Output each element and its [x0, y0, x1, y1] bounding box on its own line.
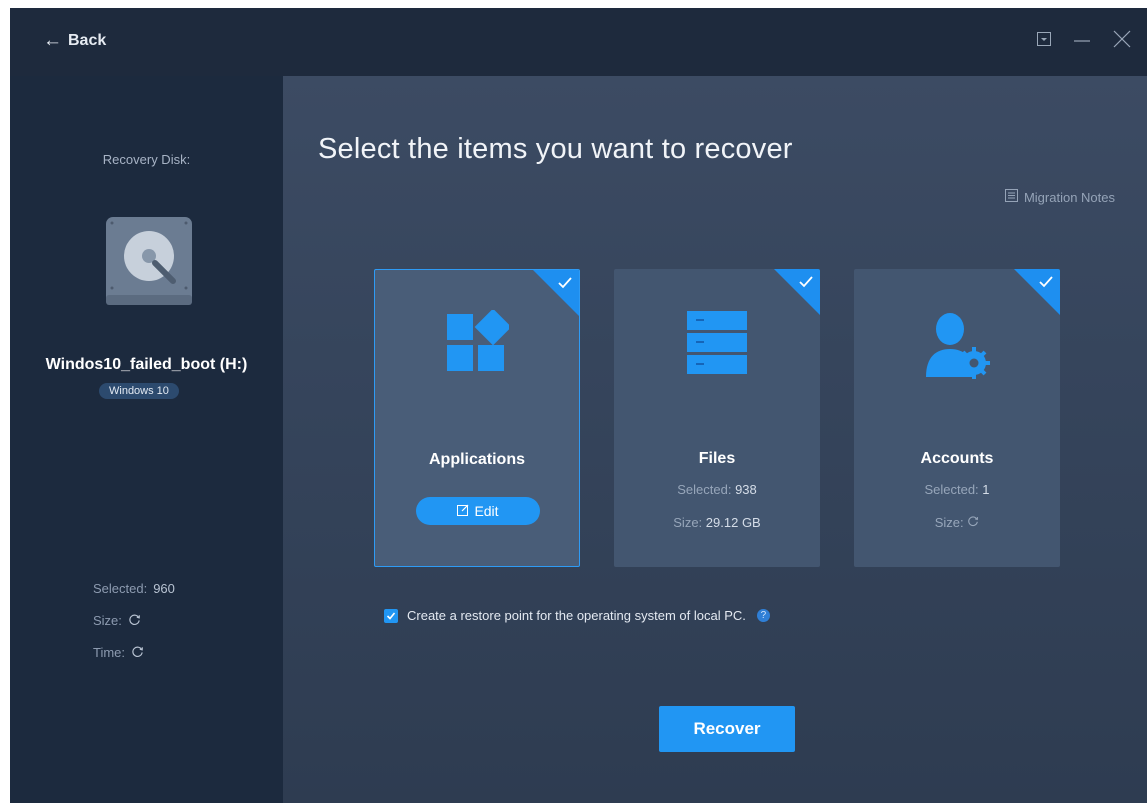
disk-name: Windos10_failed_boot (H:)	[45, 356, 248, 373]
edit-icon	[457, 503, 469, 519]
accounts-card[interactable]: Accounts Selected: 1 Size:	[854, 269, 1060, 567]
files-selected: Selected: 938	[614, 482, 820, 497]
restore-point-option: Create a restore point for the operating…	[384, 608, 770, 623]
migration-notes-link[interactable]: Migration Notes	[1004, 189, 1115, 205]
help-icon[interactable]: ?	[756, 609, 770, 622]
app-window: ← Back Recovery Disk: Windos10_failed_bo…	[10, 8, 1147, 803]
size-label: Size:	[934, 515, 964, 530]
size-label: Size:	[93, 613, 122, 628]
accounts-selected: Selected: 1	[854, 482, 1060, 497]
sidebar: Recovery Disk: Windos10_failed_boot (H:)…	[10, 76, 283, 803]
refresh-icon	[967, 515, 979, 530]
files-card[interactable]: Files Selected: 938 Size: 29.12 GB	[614, 269, 820, 567]
edit-label: Edit	[474, 503, 499, 519]
card-title: Accounts	[920, 450, 994, 467]
accounts-icon	[854, 309, 1060, 379]
migration-notes-label: Migration Notes	[1023, 189, 1115, 205]
back-label: Back	[68, 32, 107, 49]
selected-value: 938	[735, 482, 757, 497]
size-label: Size:	[673, 515, 703, 530]
minimize-icon[interactable]	[1073, 32, 1091, 46]
recovery-disk-label: Recovery Disk:	[102, 152, 191, 167]
window-controls	[1037, 30, 1131, 48]
restore-point-checkbox[interactable]	[384, 608, 398, 623]
selected-label: Selected:	[93, 581, 148, 596]
card-title: Applications	[428, 451, 525, 468]
check-icon	[557, 275, 573, 296]
notes-icon	[1004, 189, 1018, 205]
size-value: 29.12 GB	[705, 515, 761, 530]
accounts-size: Size:	[854, 515, 1060, 530]
recover-button[interactable]: Recover	[659, 706, 795, 752]
hard-disk-icon	[103, 215, 195, 312]
sidebar-stats: Selected: 960 Size: Time:	[93, 581, 175, 677]
check-icon	[1038, 274, 1054, 295]
refresh-icon	[128, 613, 141, 629]
back-arrow-icon: ←	[43, 30, 62, 51]
applications-icon	[375, 310, 579, 374]
selected-value: 960	[153, 581, 175, 596]
close-icon[interactable]	[1113, 30, 1131, 48]
page-title: Select the items you want to recover	[318, 133, 793, 165]
card-title: Files	[698, 450, 736, 467]
selected-label: Selected:	[924, 482, 979, 497]
files-size: Size: 29.12 GB	[614, 515, 820, 530]
applications-card[interactable]: Applications Edit	[374, 269, 580, 567]
selected-label: Selected:	[677, 482, 732, 497]
dropdown-icon[interactable]	[1037, 32, 1051, 46]
selected-value: 1	[982, 482, 990, 497]
edit-button[interactable]: Edit	[416, 497, 540, 525]
title-bar: ← Back	[10, 8, 1147, 76]
restore-point-label: Create a restore point for the operating…	[407, 608, 746, 623]
files-icon	[614, 309, 820, 375]
back-button[interactable]: ← Back	[43, 30, 107, 51]
time-label: Time:	[93, 645, 126, 660]
refresh-icon	[131, 645, 144, 661]
main-panel: Select the items you want to recover Mig…	[283, 76, 1147, 803]
check-icon	[798, 274, 814, 295]
os-badge: Windows 10	[99, 383, 179, 399]
